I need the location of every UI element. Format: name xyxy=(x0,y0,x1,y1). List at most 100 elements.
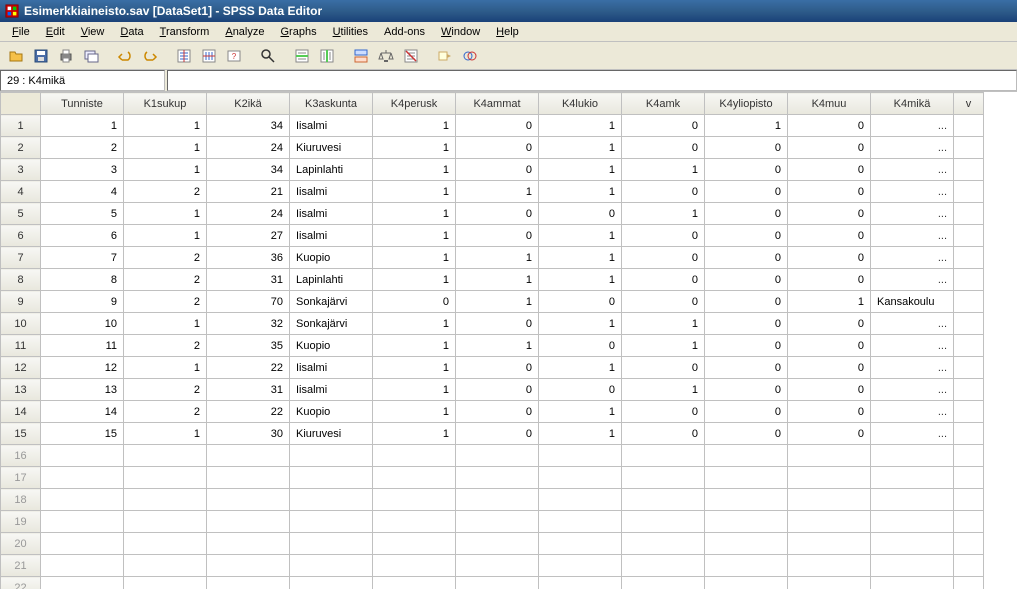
cell[interactable]: 0 xyxy=(705,335,788,357)
cell[interactable]: ... xyxy=(871,247,954,269)
cell[interactable]: 36 xyxy=(207,247,290,269)
cell[interactable] xyxy=(539,445,622,467)
print-icon[interactable] xyxy=(54,44,78,68)
cell[interactable] xyxy=(871,489,954,511)
cell[interactable] xyxy=(373,577,456,589)
row-header[interactable]: 14 xyxy=(1,401,41,423)
menu-data[interactable]: Data xyxy=(112,24,151,40)
cell[interactable] xyxy=(871,467,954,489)
cell[interactable]: ... xyxy=(871,313,954,335)
select-cases-icon[interactable] xyxy=(399,44,423,68)
cell[interactable]: 1 xyxy=(456,181,539,203)
cell[interactable]: 1 xyxy=(622,313,705,335)
cell[interactable]: 0 xyxy=(788,225,871,247)
menu-addons[interactable]: Add-ons xyxy=(376,24,433,40)
menu-graphs[interactable]: Graphs xyxy=(272,24,324,40)
cell[interactable] xyxy=(456,577,539,589)
cell[interactable] xyxy=(373,533,456,555)
cell[interactable] xyxy=(124,533,207,555)
cell[interactable]: 0 xyxy=(539,379,622,401)
cell[interactable]: Sonkajärvi xyxy=(290,291,373,313)
cell[interactable] xyxy=(41,577,124,589)
cell[interactable] xyxy=(290,445,373,467)
cell[interactable]: 1 xyxy=(373,225,456,247)
goto-variable-icon[interactable] xyxy=(197,44,221,68)
cell[interactable]: 1 xyxy=(373,313,456,335)
cell[interactable] xyxy=(290,577,373,589)
cell[interactable]: 4 xyxy=(41,181,124,203)
cell[interactable]: 1 xyxy=(373,247,456,269)
cell[interactable] xyxy=(207,533,290,555)
cell[interactable]: 1 xyxy=(456,335,539,357)
row-header[interactable]: 4 xyxy=(1,181,41,203)
cell[interactable]: 0 xyxy=(788,335,871,357)
row-header[interactable]: 11 xyxy=(1,335,41,357)
row-header[interactable]: 18 xyxy=(1,489,41,511)
cell[interactable]: 1 xyxy=(124,357,207,379)
cell[interactable]: 0 xyxy=(788,247,871,269)
redo-icon[interactable] xyxy=(138,44,162,68)
cell[interactable] xyxy=(456,555,539,577)
cell[interactable]: 1 xyxy=(456,247,539,269)
cell[interactable]: ... xyxy=(871,423,954,445)
row-header[interactable]: 21 xyxy=(1,555,41,577)
cell[interactable]: 1 xyxy=(373,423,456,445)
cell[interactable]: 1 xyxy=(705,115,788,137)
cell[interactable]: ... xyxy=(871,225,954,247)
cell[interactable]: 7 xyxy=(41,247,124,269)
cell[interactable] xyxy=(954,423,984,445)
cell[interactable] xyxy=(954,203,984,225)
cell[interactable]: 1 xyxy=(373,115,456,137)
cell[interactable]: 0 xyxy=(788,379,871,401)
cell[interactable]: 8 xyxy=(41,269,124,291)
cell[interactable]: Kuopio xyxy=(290,335,373,357)
row-header[interactable]: 19 xyxy=(1,511,41,533)
cell[interactable]: 1 xyxy=(373,335,456,357)
column-header[interactable]: v xyxy=(954,93,984,115)
cell[interactable]: 0 xyxy=(788,115,871,137)
cell[interactable]: ... xyxy=(871,357,954,379)
row-header[interactable]: 3 xyxy=(1,159,41,181)
cell[interactable]: 1 xyxy=(622,335,705,357)
row-header[interactable]: 16 xyxy=(1,445,41,467)
column-header[interactable]: K4ammat xyxy=(456,93,539,115)
cell[interactable] xyxy=(290,533,373,555)
cell[interactable]: Kiuruvesi xyxy=(290,137,373,159)
cell[interactable]: 1 xyxy=(373,137,456,159)
cell[interactable]: 13 xyxy=(41,379,124,401)
cell[interactable] xyxy=(622,511,705,533)
cell[interactable]: 1 xyxy=(373,203,456,225)
cell[interactable] xyxy=(539,577,622,589)
cell[interactable] xyxy=(373,489,456,511)
cell[interactable] xyxy=(954,269,984,291)
cell[interactable] xyxy=(954,511,984,533)
row-header[interactable]: 12 xyxy=(1,357,41,379)
cell[interactable] xyxy=(290,489,373,511)
cell[interactable]: 0 xyxy=(705,181,788,203)
cell[interactable] xyxy=(207,445,290,467)
cell[interactable]: ... xyxy=(871,269,954,291)
cell[interactable]: 3 xyxy=(41,159,124,181)
cell[interactable] xyxy=(373,555,456,577)
column-header[interactable]: K4yliopisto xyxy=(705,93,788,115)
cell[interactable] xyxy=(954,225,984,247)
weight-cases-icon[interactable] xyxy=(374,44,398,68)
cell[interactable] xyxy=(41,511,124,533)
cell[interactable]: 1 xyxy=(622,379,705,401)
cell[interactable]: 1 xyxy=(373,159,456,181)
cell[interactable] xyxy=(954,159,984,181)
cell[interactable]: 1 xyxy=(539,313,622,335)
cell[interactable]: ... xyxy=(871,203,954,225)
row-header[interactable]: 2 xyxy=(1,137,41,159)
cell[interactable]: 35 xyxy=(207,335,290,357)
cell[interactable]: 0 xyxy=(622,291,705,313)
row-header[interactable]: 17 xyxy=(1,467,41,489)
cell[interactable] xyxy=(954,379,984,401)
cell[interactable]: 0 xyxy=(456,423,539,445)
cell[interactable]: 0 xyxy=(705,159,788,181)
cell[interactable]: 31 xyxy=(207,379,290,401)
column-header[interactable]: K4perusk xyxy=(373,93,456,115)
save-icon[interactable] xyxy=(29,44,53,68)
cell[interactable]: 1 xyxy=(539,137,622,159)
cell[interactable]: 31 xyxy=(207,269,290,291)
